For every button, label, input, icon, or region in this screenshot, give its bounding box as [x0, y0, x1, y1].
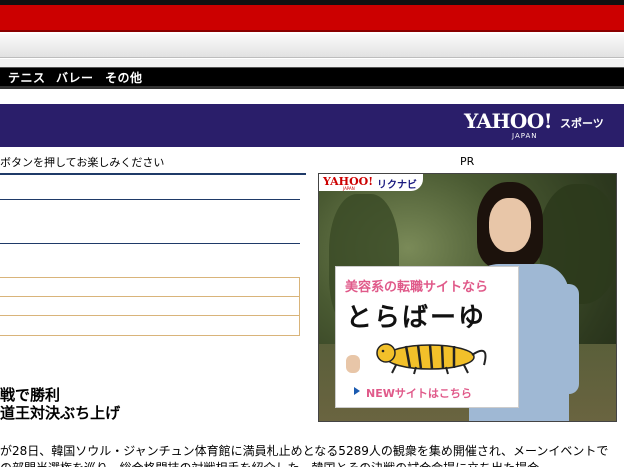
article-body-line1: が28日、韓国ソウル・ジャンチュン体育館に満員札止めとなる5289人の観衆を集め… [0, 444, 609, 458]
nav-item-other[interactable]: その他 [105, 69, 143, 86]
header-grey-strip [0, 59, 624, 67]
ad-sign-tagline: 美容系の転職サイトなら [345, 280, 489, 295]
header-grey-band [0, 34, 624, 58]
link-panel [0, 277, 300, 336]
article-body-line2: の部門当選権を巡り、総合格闘技の対戦相手を紹介した。韓国とその決戦の試合会場に立… [0, 459, 624, 467]
yahoo-sports-logo[interactable]: YAHOO! JAPAN スポーツ [464, 109, 614, 143]
section-rule-2 [0, 199, 300, 200]
article-headline-line2: 道王対決ぶち上げ [0, 404, 121, 422]
section-rule-3 [0, 243, 300, 244]
ad-sign-title: とらばーゆ [346, 303, 487, 333]
yahoo-logo-japan: JAPAN [512, 132, 538, 140]
nav-underline [0, 86, 624, 89]
nav-item-tennis[interactable]: テニス [8, 69, 46, 86]
nav-item-volleyball[interactable]: バレー [56, 69, 94, 86]
instruction-text: ボタンを押してお楽しみください [0, 156, 165, 169]
section-rule-1 [0, 173, 306, 175]
ad-model-face [489, 198, 531, 252]
ad-yahoo-logo-japan: JAPAN [343, 186, 355, 191]
sports-section-label: スポーツ [560, 117, 604, 130]
recruit-ad-banner[interactable]: YAHOO! JAPAN リクナビ 美容系の転職サイトなら とらばーゆ NEWサ… [318, 173, 617, 422]
ad-sign-board: 美容系の転職サイトなら とらばーゆ NEWサイトはこちら [335, 266, 519, 408]
category-nav: テニス バレー その他 [0, 67, 624, 86]
ad-cta-link[interactable]: NEWサイトはこちら [366, 385, 472, 401]
site-header-red-bar [0, 5, 624, 32]
ad-model-arm [557, 284, 579, 394]
article-body-line2-clip: の部門当選権を巡り、総合格闘技の対戦相手を紹介した。韓国とその決戦の試合会場に立… [0, 459, 624, 467]
ad-model-hand [346, 355, 360, 373]
yahoo-sports-banner: YAHOO! JAPAN スポーツ [0, 104, 624, 147]
panel-row[interactable] [0, 316, 299, 335]
play-arrow-icon [354, 387, 360, 395]
tiger-icon [376, 343, 487, 375]
ad-rikunabi-logo: リクナビ [377, 180, 417, 191]
pr-label: PR [460, 155, 475, 168]
yahoo-logo-word: YAHOO! [464, 109, 553, 133]
panel-row[interactable] [0, 278, 299, 297]
ad-brand-logo: YAHOO! JAPAN リクナビ [319, 174, 423, 191]
panel-row[interactable] [0, 297, 299, 316]
